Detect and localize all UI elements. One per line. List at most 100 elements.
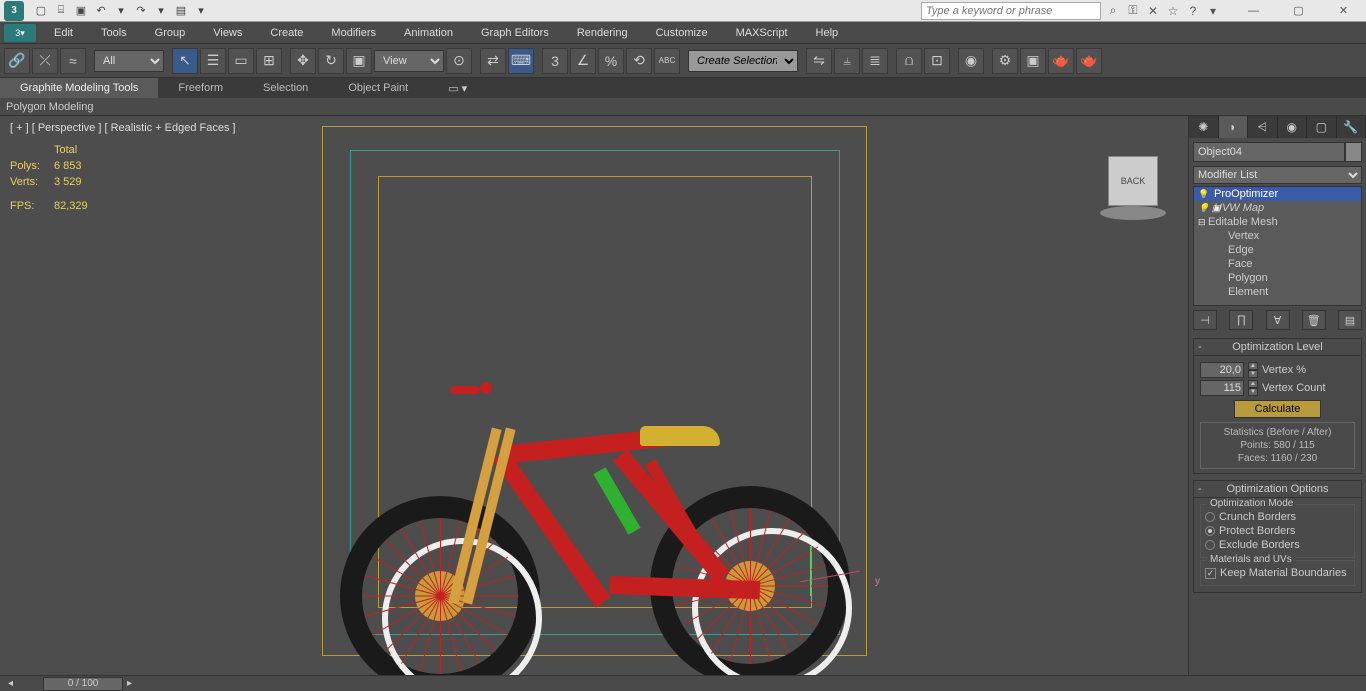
layers-icon[interactable]: ≣: [862, 48, 888, 74]
vcnt-dn[interactable]: ▼: [1248, 388, 1258, 396]
stack-uvwmap[interactable]: 💡 ▣UVW Map: [1194, 201, 1361, 215]
save-icon[interactable]: ▣: [72, 2, 90, 20]
manip-icon[interactable]: ⇄: [480, 48, 506, 74]
snap-percent-icon[interactable]: %: [598, 48, 624, 74]
viewport-label[interactable]: [ + ] [ Perspective ] [ Realistic + Edge…: [10, 122, 236, 134]
region-rect-icon[interactable]: ▭: [228, 48, 254, 74]
chk-keep-material[interactable]: ✓Keep Material Boundaries: [1205, 567, 1350, 579]
snap-spinner-icon[interactable]: ⟲: [626, 48, 652, 74]
vcnt-up[interactable]: ▲: [1248, 380, 1258, 388]
make-unique-icon[interactable]: ∀: [1266, 310, 1290, 330]
redo-icon[interactable]: ↷: [132, 2, 150, 20]
window-cross-icon[interactable]: ⊞: [256, 48, 282, 74]
rollout-head-optlevel[interactable]: -Optimization Level: [1194, 339, 1361, 356]
render-icon[interactable]: 🫖: [1048, 48, 1074, 74]
selection-filter[interactable]: All: [94, 50, 164, 72]
menu-help[interactable]: Help: [802, 22, 853, 44]
tab-display-icon[interactable]: ▢: [1307, 116, 1337, 138]
stack-editablemesh[interactable]: ⊟Editable Mesh: [1194, 215, 1361, 229]
tab-modify-icon[interactable]: ◗: [1219, 116, 1249, 138]
pin-stack-icon[interactable]: ⊣: [1193, 310, 1217, 330]
time-knob[interactable]: 0 / 100: [43, 677, 123, 691]
tab-hierarchy-icon[interactable]: ⩤: [1248, 116, 1278, 138]
stack-vertex[interactable]: Vertex: [1194, 229, 1361, 243]
help-drop-icon[interactable]: ▾: [1205, 3, 1221, 19]
qat-more-icon[interactable]: ▾: [192, 2, 210, 20]
tab-graphite[interactable]: Graphite Modeling Tools: [0, 78, 158, 98]
menu-grapheditors[interactable]: Graph Editors: [467, 22, 563, 44]
render-frame-icon[interactable]: ▣: [1020, 48, 1046, 74]
rotate-icon[interactable]: ↻: [318, 48, 344, 74]
maximize-button[interactable]: ▢: [1276, 0, 1321, 22]
menu-views[interactable]: Views: [199, 22, 256, 44]
redo-drop-icon[interactable]: ▾: [152, 2, 170, 20]
exchange-icon[interactable]: ✕: [1145, 3, 1161, 19]
viewcube[interactable]: BACK: [1108, 156, 1158, 206]
scale-icon[interactable]: ▣: [346, 48, 372, 74]
render-prod-icon[interactable]: 🫖: [1076, 48, 1102, 74]
tab-freeform[interactable]: Freeform: [158, 78, 243, 98]
menu-group[interactable]: Group: [141, 22, 200, 44]
snap-3d-icon[interactable]: 3: [542, 48, 568, 74]
vpct-dn[interactable]: ▼: [1248, 370, 1258, 378]
remove-modifier-icon[interactable]: 🗑: [1302, 310, 1326, 330]
favorite-icon[interactable]: ☆: [1165, 3, 1181, 19]
modifier-list-dropdown[interactable]: Modifier List: [1193, 166, 1362, 184]
show-end-result-icon[interactable]: ∏: [1229, 310, 1253, 330]
app-icon[interactable]: 3: [4, 1, 24, 21]
render-setup-icon[interactable]: ⚙: [992, 48, 1018, 74]
object-color-swatch[interactable]: [1345, 142, 1362, 162]
material-editor-icon[interactable]: ◉: [958, 48, 984, 74]
stack-face[interactable]: Face: [1194, 257, 1361, 271]
keyboard-shortcut-icon[interactable]: ⌨: [508, 48, 534, 74]
tab-objectpaint[interactable]: Object Paint: [328, 78, 428, 98]
tab-create-icon[interactable]: ✺: [1189, 116, 1219, 138]
menu-maxscript[interactable]: MAXScript: [722, 22, 802, 44]
help-search-input[interactable]: [921, 2, 1101, 20]
curve-editor-icon[interactable]: ⩍: [896, 48, 922, 74]
pivot-icon[interactable]: ⊙: [446, 48, 472, 74]
menu-customize[interactable]: Customize: [642, 22, 722, 44]
select-icon[interactable]: ↖: [172, 48, 198, 74]
viewport[interactable]: [ + ] [ Perspective ] [ Realistic + Edge…: [0, 116, 1188, 675]
schematic-icon[interactable]: ⊡: [924, 48, 950, 74]
minimize-button[interactable]: —: [1231, 0, 1276, 22]
tab-selection[interactable]: Selection: [243, 78, 328, 98]
new-icon[interactable]: ▢: [32, 2, 50, 20]
menu-rendering[interactable]: Rendering: [563, 22, 642, 44]
radio-crunch[interactable]: Crunch Borders: [1205, 511, 1350, 523]
time-slider[interactable]: ◂ 0 / 100 ▸: [0, 677, 420, 691]
stack-prooptimizer[interactable]: 💡ProOptimizer: [1194, 187, 1361, 201]
stack-polygon[interactable]: Polygon: [1194, 271, 1361, 285]
key-icon[interactable]: ⚿: [1125, 3, 1141, 19]
help-icon[interactable]: ?: [1185, 3, 1201, 19]
bind-icon[interactable]: ≈: [60, 48, 86, 74]
ribbon-panel-label[interactable]: Polygon Modeling: [6, 101, 93, 113]
radio-exclude[interactable]: Exclude Borders: [1205, 539, 1350, 551]
menu-tools[interactable]: Tools: [87, 22, 141, 44]
project-icon[interactable]: ▤: [172, 2, 190, 20]
undo-icon[interactable]: ↶: [92, 2, 110, 20]
menu-animation[interactable]: Animation: [390, 22, 467, 44]
configure-sets-icon[interactable]: ▤: [1338, 310, 1362, 330]
stack-element[interactable]: Element: [1194, 285, 1361, 299]
app-menu-icon[interactable]: 3▾: [4, 24, 36, 42]
align-icon[interactable]: ⫨: [834, 48, 860, 74]
undo-drop-icon[interactable]: ▾: [112, 2, 130, 20]
vertex-count-input[interactable]: [1200, 380, 1244, 396]
ribbon-minimize-icon[interactable]: ▭ ▾: [448, 82, 467, 95]
link-icon[interactable]: 🔗: [4, 48, 30, 74]
vertex-percent-input[interactable]: [1200, 362, 1244, 378]
search-icon[interactable]: ⌕: [1105, 3, 1121, 19]
open-icon[interactable]: ⌸: [52, 2, 70, 20]
unlink-icon[interactable]: ⤫: [32, 48, 58, 74]
object-name-input[interactable]: [1193, 142, 1345, 162]
ref-coord[interactable]: View: [374, 50, 444, 72]
tab-utilities-icon[interactable]: 🔧: [1337, 116, 1366, 138]
tab-motion-icon[interactable]: ◉: [1278, 116, 1308, 138]
menu-edit[interactable]: Edit: [40, 22, 87, 44]
radio-protect[interactable]: Protect Borders: [1205, 525, 1350, 537]
calculate-button[interactable]: Calculate: [1234, 400, 1322, 418]
snap-angle-icon[interactable]: ∠: [570, 48, 596, 74]
vpct-up[interactable]: ▲: [1248, 362, 1258, 370]
